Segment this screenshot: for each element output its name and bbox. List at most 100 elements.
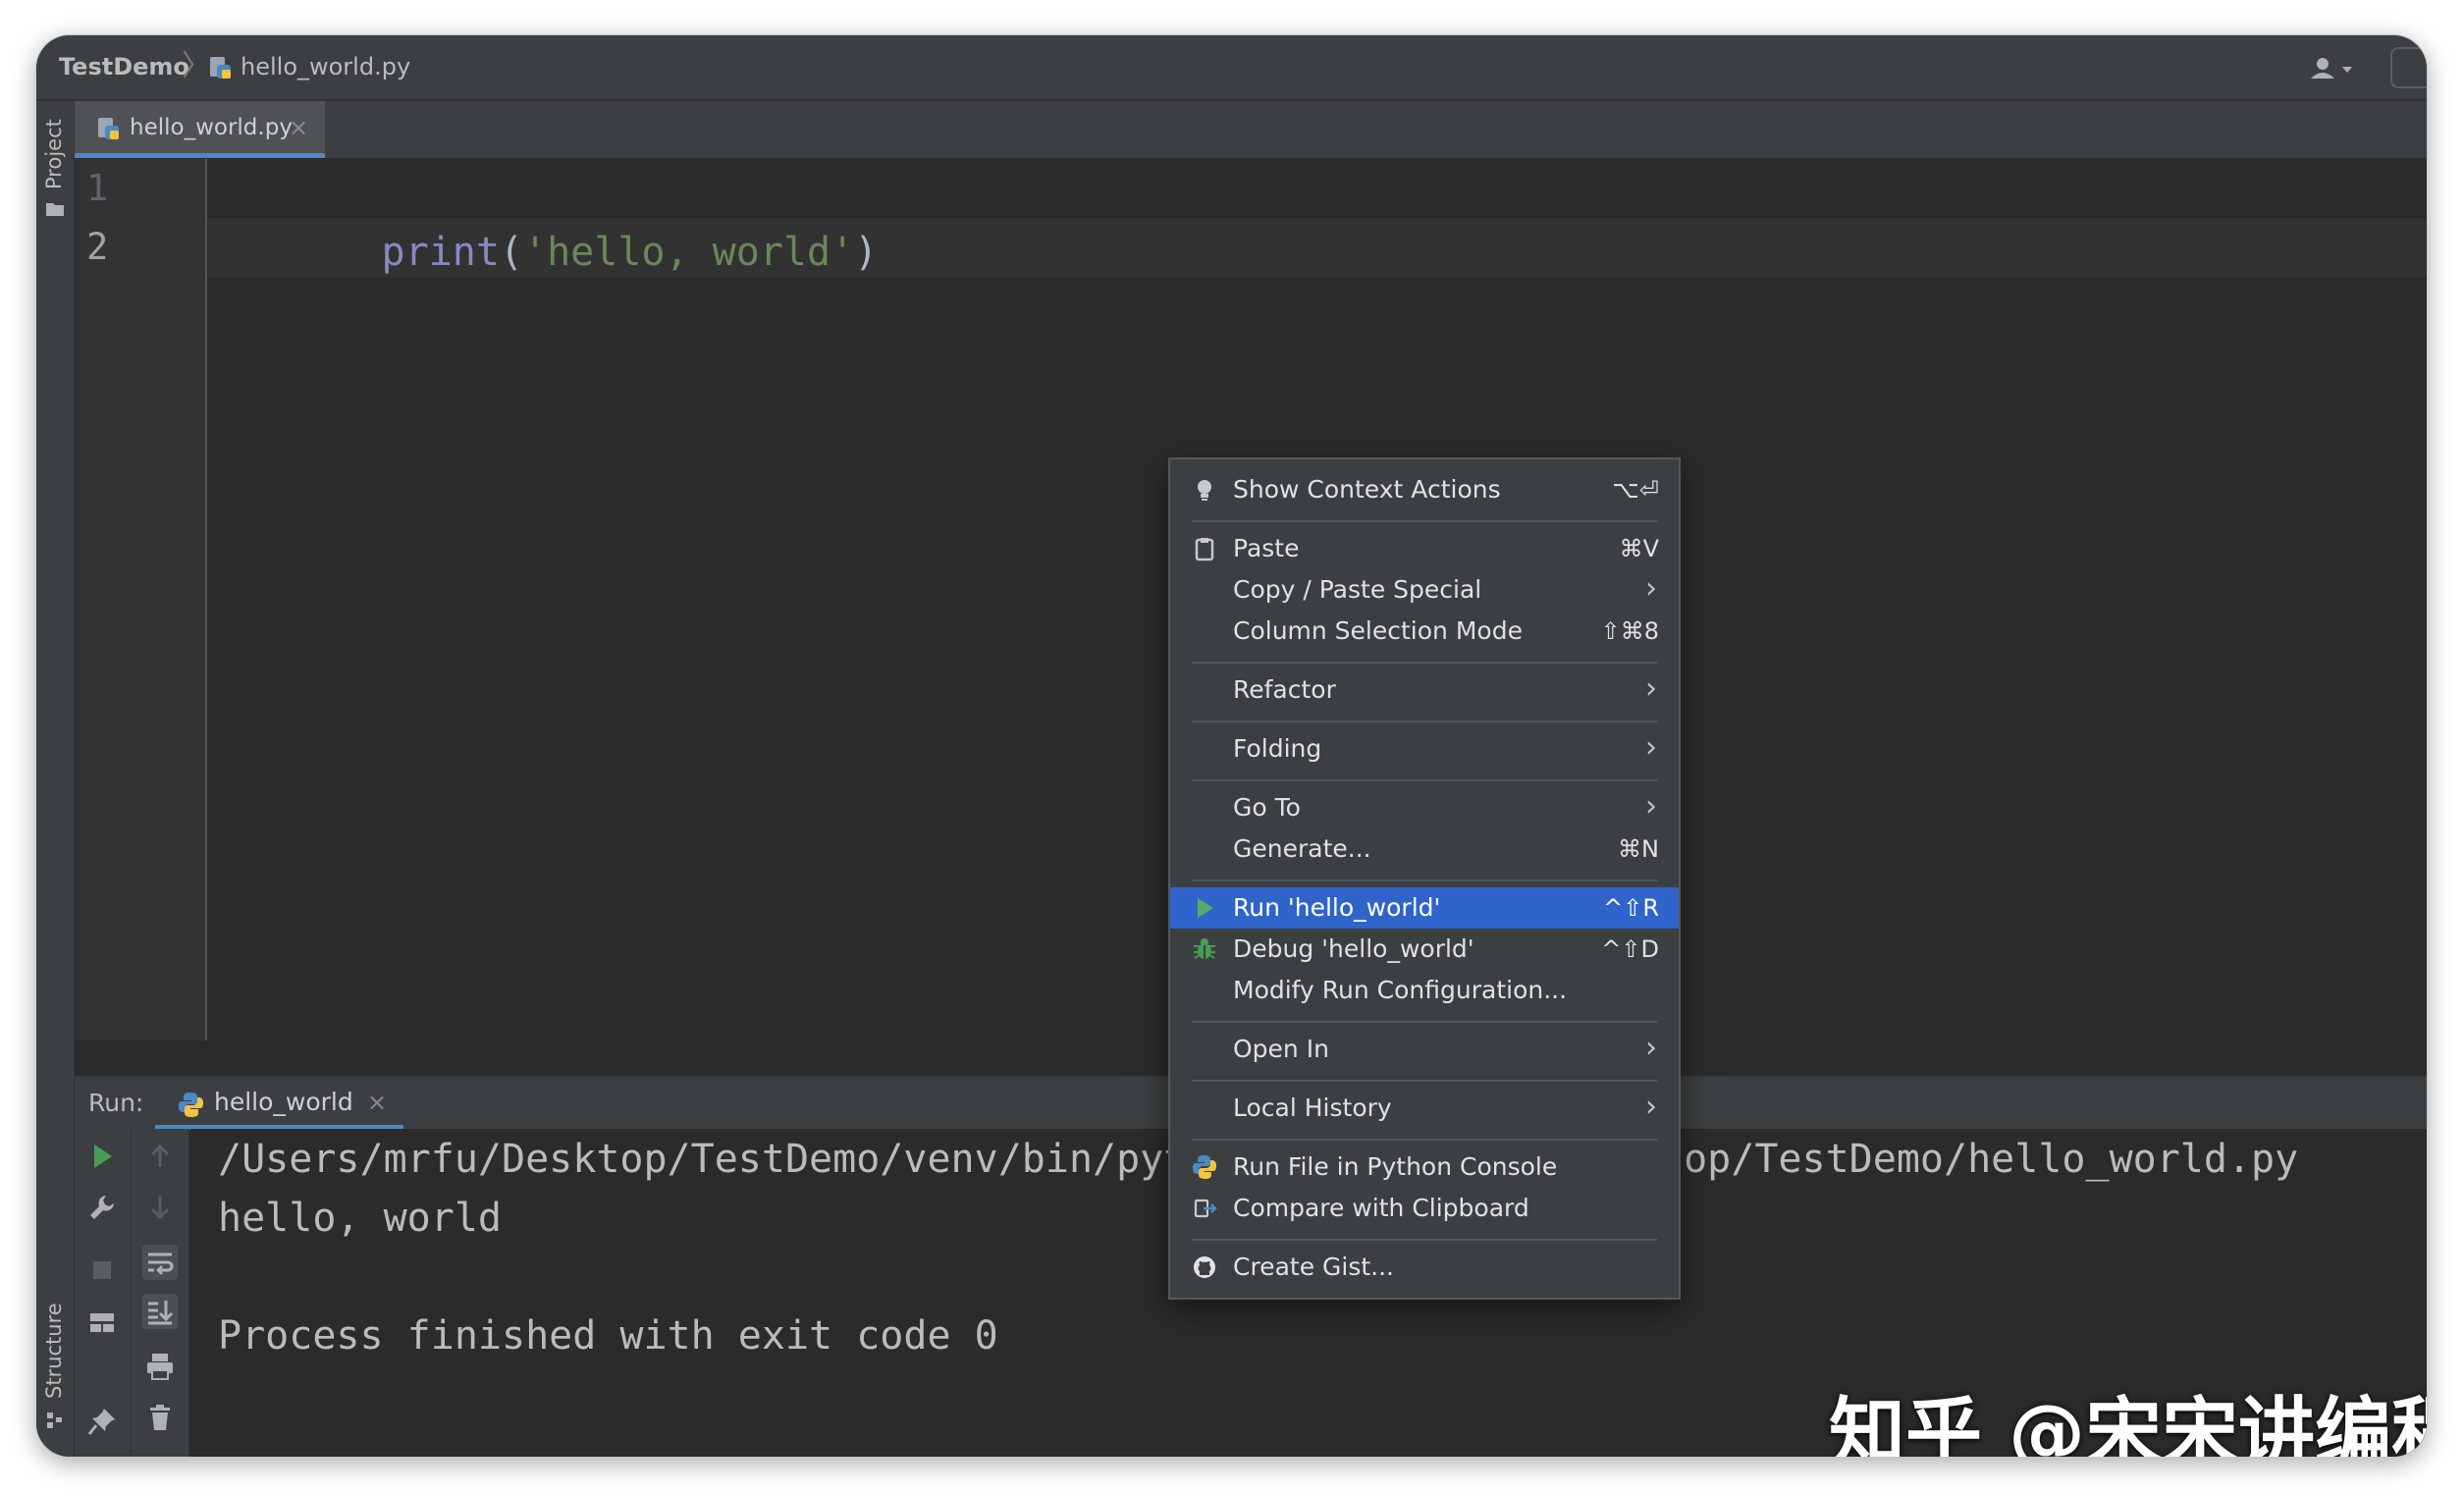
menu-separator	[1192, 779, 1657, 781]
chevron-right-icon: ›	[1645, 1090, 1657, 1124]
python-icon	[178, 1092, 204, 1118]
menu-item-paste[interactable]: Paste ⌘V	[1170, 528, 1679, 569]
menu-item-column-selection-mode[interactable]: Column Selection Mode ⇧⌘8	[1170, 611, 1679, 652]
menu-item-label: Column Selection Mode	[1233, 616, 1523, 645]
run-icon	[1192, 895, 1217, 921]
menu-item-shortcut: ^⇧D	[1601, 935, 1659, 963]
run-tab-hello-world[interactable]: hello_world ×	[155, 1077, 403, 1130]
menu-item-folding[interactable]: Folding ›	[1170, 728, 1679, 770]
structure-icon	[46, 1412, 64, 1429]
arrow-up-icon[interactable]	[142, 1139, 178, 1174]
scroll-to-end-icon[interactable]	[142, 1294, 178, 1329]
menu-item-shortcut: ⇧⌘8	[1600, 617, 1659, 645]
arrow-down-icon[interactable]	[142, 1190, 178, 1225]
lightbulb-icon	[1192, 477, 1217, 503]
menu-item-open-in[interactable]: Open In ›	[1170, 1029, 1679, 1070]
stop-icon[interactable]	[84, 1252, 120, 1288]
menu-item-run-file-in-python-console[interactable]: Run File in Python Console	[1170, 1146, 1679, 1188]
soft-wrap-icon[interactable]	[142, 1245, 178, 1280]
menu-separator	[1192, 520, 1657, 522]
menu-item-label: Open In	[1233, 1035, 1329, 1063]
editor-tab-hello-world[interactable]: hello_world.py ×	[75, 101, 325, 158]
editor-tab-bar: hello_world.py ×	[75, 101, 2427, 159]
folder-icon	[45, 201, 65, 217]
run-tab-label: hello_world	[214, 1088, 353, 1116]
pin-icon[interactable]	[84, 1404, 120, 1439]
wrench-icon[interactable]	[84, 1190, 120, 1225]
menu-separator	[1192, 1080, 1657, 1082]
menu-item-shortcut: ⌥⏎	[1612, 476, 1659, 504]
menu-item-label: Go To	[1233, 793, 1301, 822]
code-line-1[interactable]: print('hello, world')	[240, 164, 879, 275]
python-file-icon	[208, 56, 233, 80]
code-token-paren: (	[499, 230, 524, 275]
close-icon[interactable]: ×	[367, 1077, 387, 1128]
menu-separator	[1192, 1239, 1657, 1241]
menu-separator	[1192, 1139, 1657, 1141]
clipboard-icon	[1192, 536, 1217, 561]
menu-item-label: Run File in Python Console	[1233, 1152, 1558, 1181]
menu-item-modify-run-configuration[interactable]: Modify Run Configuration...	[1170, 970, 1679, 1011]
menu-item-generate[interactable]: Generate... ⌘N	[1170, 828, 1679, 870]
user-account-icon[interactable]	[2307, 55, 2358, 82]
menu-item-go-to[interactable]: Go To ›	[1170, 787, 1679, 828]
menu-item-shortcut: ^⇧R	[1603, 894, 1659, 922]
chevron-right-icon: ›	[1645, 789, 1657, 824]
menu-separator	[1192, 1021, 1657, 1023]
menu-item-label: Debug 'hello_world'	[1233, 934, 1474, 963]
menu-item-refactor[interactable]: Refactor ›	[1170, 669, 1679, 711]
menu-item-label: Run 'hello_world'	[1233, 893, 1441, 922]
line-number: 2	[86, 226, 109, 268]
run-toolbar-secondary	[132, 1129, 189, 1457]
editor-context-menu: Show Context Actions ⌥⏎ Paste ⌘V Copy / …	[1168, 457, 1681, 1300]
menu-item-label: Create Gist...	[1233, 1252, 1395, 1281]
menu-separator	[1192, 879, 1657, 881]
menu-item-show-context-actions[interactable]: Show Context Actions ⌥⏎	[1170, 469, 1679, 510]
menu-item-shortcut: ⌘V	[1619, 535, 1659, 562]
breadcrumb-file[interactable]: hello_world.py	[241, 35, 410, 99]
code-token-string: 'hello, world'	[523, 230, 855, 275]
close-icon[interactable]: ×	[289, 101, 308, 154]
left-tool-strip: Project Structure	[36, 101, 75, 1457]
menu-item-label: Folding	[1233, 734, 1322, 763]
structure-tool-tab[interactable]: Structure	[42, 1303, 66, 1399]
menu-item-create-gist[interactable]: Create Gist...	[1170, 1247, 1679, 1288]
breadcrumb-project[interactable]: TestDemo	[59, 35, 189, 99]
python-file-icon	[96, 117, 121, 141]
menu-item-compare-with-clipboard[interactable]: Compare with Clipboard	[1170, 1188, 1679, 1229]
menu-item-label: Modify Run Configuration...	[1233, 976, 1568, 1004]
menu-item-label: Generate...	[1233, 834, 1371, 863]
menu-item-label: Copy / Paste Special	[1233, 575, 1482, 604]
menu-item-label: Local History	[1233, 1093, 1392, 1122]
debug-icon	[1192, 936, 1217, 962]
breadcrumb-separator: 〉	[182, 49, 211, 83]
menu-item-label: Show Context Actions	[1233, 475, 1501, 504]
line-number: 1	[86, 167, 109, 209]
chevron-right-icon: ›	[1645, 1031, 1657, 1065]
menu-item-shortcut: ⌘N	[1618, 835, 1659, 863]
layout-icon[interactable]	[84, 1306, 120, 1341]
chevron-right-icon: ›	[1645, 730, 1657, 765]
toolbar-edge-button[interactable]	[2390, 47, 2427, 88]
print-icon[interactable]	[142, 1349, 178, 1384]
project-tool-tab[interactable]: Project	[42, 119, 66, 189]
console-line-exit: Process finished with exit code 0	[218, 1313, 998, 1359]
line-number-gutter: 1 2	[75, 159, 207, 1040]
menu-separator	[1192, 662, 1657, 664]
run-panel-label: Run:	[88, 1089, 144, 1117]
menu-separator	[1192, 720, 1657, 722]
menu-item-local-history[interactable]: Local History ›	[1170, 1088, 1679, 1129]
menu-item-run-hello-world[interactable]: Run 'hello_world' ^⇧R	[1170, 887, 1679, 929]
code-token-paren: )	[854, 230, 879, 275]
menu-item-label: Refactor	[1233, 675, 1336, 704]
watermark-text: 知乎 @宋宋讲编程	[1829, 1390, 2427, 1457]
trash-icon[interactable]	[142, 1400, 178, 1435]
navigation-bar: TestDemo 〉 hello_world.py	[36, 35, 2427, 101]
menu-item-debug-hello-world[interactable]: Debug 'hello_world' ^⇧D	[1170, 929, 1679, 970]
editor-tab-label: hello_world.py	[130, 115, 293, 140]
console-line-output: hello, world	[218, 1196, 502, 1241]
menu-item-copy-paste-special[interactable]: Copy / Paste Special ›	[1170, 569, 1679, 611]
python-console-icon	[1192, 1154, 1217, 1180]
run-toolbar-primary	[75, 1129, 132, 1457]
rerun-icon[interactable]	[84, 1139, 120, 1174]
